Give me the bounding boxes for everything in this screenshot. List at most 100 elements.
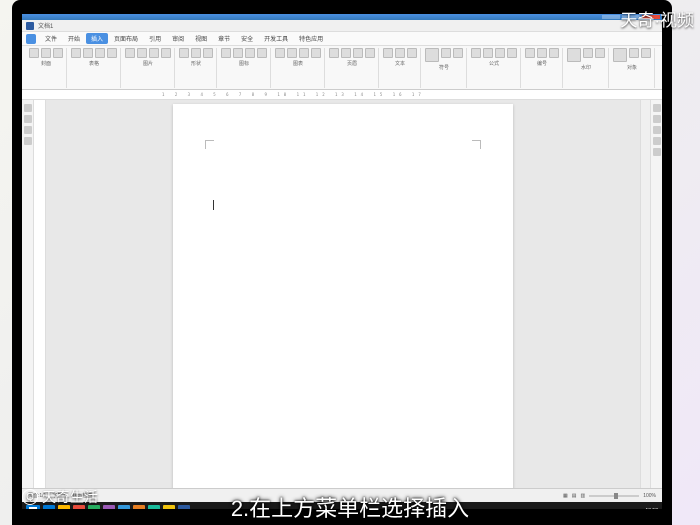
page-area[interactable] [46,100,640,488]
ribbon-command-icon[interactable] [245,48,255,58]
ribbon-command-icon[interactable] [125,48,135,58]
ribbon-command-icon[interactable] [311,48,321,58]
zoom-slider[interactable] [589,495,639,497]
ribbon-command-icon[interactable] [583,48,593,58]
panel-icon[interactable] [653,126,661,134]
ribbon-command-icon[interactable] [287,48,297,58]
document-page[interactable] [173,104,513,488]
ribbon-command-icon[interactable] [441,48,451,58]
panel-icon[interactable] [24,115,32,123]
menu-tab[interactable]: 视图 [190,33,212,44]
ribbon-command-icon[interactable] [107,48,117,58]
vertical-ruler[interactable] [34,100,46,488]
taskbar-app-icon[interactable] [133,505,145,510]
taskbar-app-icon[interactable] [163,505,175,510]
ribbon-command-icon[interactable] [537,48,547,58]
video-subtitle: 2.在上方菜单栏选择插入 [231,491,469,523]
tray-icon[interactable]: ▲ [638,508,643,510]
ribbon-command-icon[interactable] [233,48,243,58]
minimize-button[interactable] [602,15,620,19]
ribbon-command-icon[interactable] [179,48,189,58]
ribbon-command-icon[interactable] [203,48,213,58]
view-mode-icon[interactable]: ▦ [563,493,568,499]
ribbon-group-label: 对象 [627,64,637,71]
ribbon-command-icon[interactable] [341,48,351,58]
menu-tab[interactable]: 特色应用 [294,33,328,44]
ribbon-command-icon[interactable] [53,48,63,58]
ribbon-command-icon[interactable] [353,48,363,58]
menu-tab[interactable]: 开始 [63,33,85,44]
ribbon-group-label: 图表 [293,60,303,67]
ribbon-command-icon[interactable] [299,48,309,58]
workspace [22,100,662,488]
ribbon-command-icon[interactable] [95,48,105,58]
watermark-top-right: 天奇·视频 [620,6,694,31]
ribbon-command-icon[interactable] [191,48,201,58]
ribbon-command-icon[interactable] [83,48,93,58]
ribbon-command-icon[interactable] [149,48,159,58]
ribbon-command-icon[interactable] [549,48,559,58]
view-mode-icon[interactable]: ▥ [580,493,585,499]
taskbar-app-icon[interactable] [178,505,190,510]
ribbon-command-icon[interactable] [453,48,463,58]
ribbon-command-icon[interactable] [161,48,171,58]
ribbon-command-icon[interactable] [641,48,651,58]
ribbon-command-icon[interactable] [595,48,605,58]
ribbon-group: 水印 [564,48,609,88]
system-tray[interactable]: ▲ 13:58 [638,508,658,510]
panel-icon[interactable] [653,104,661,112]
ribbon-group: 图片 [122,48,175,88]
panel-icon[interactable] [653,137,661,145]
ribbon-command-icon[interactable] [495,48,505,58]
panel-icon[interactable] [24,126,32,134]
view-mode-icon[interactable]: ▤ [572,493,577,499]
panel-icon[interactable] [24,137,32,145]
ribbon-command-icon[interactable] [71,48,81,58]
panel-icon[interactable] [24,104,32,112]
menu-tab[interactable]: 页面布局 [109,33,143,44]
ribbon-command-icon[interactable] [507,48,517,58]
clock[interactable]: 13:58 [645,508,658,510]
ribbon-command-icon[interactable] [483,48,493,58]
ribbon-command-icon[interactable] [567,48,581,62]
ribbon-command-icon[interactable] [221,48,231,58]
vertical-scrollbar[interactable] [640,100,650,488]
panel-icon[interactable] [653,115,661,123]
menu-tab[interactable]: 安全 [236,33,258,44]
menu-tab[interactable]: 引用 [144,33,166,44]
ribbon-group: 对象 [610,48,655,88]
ribbon-command-icon[interactable] [613,48,627,62]
ribbon-command-icon[interactable] [275,48,285,58]
ribbon-group-label: 水印 [581,64,591,71]
ribbon-command-icon[interactable] [629,48,639,58]
menu-tab[interactable]: 文件 [40,33,62,44]
ribbon-command-icon[interactable] [425,48,439,62]
ribbon-group: 形状 [176,48,217,88]
ribbon-command-icon[interactable] [137,48,147,58]
ribbon-group: 页眉 [326,48,379,88]
menu-tab[interactable]: 插入 [86,33,108,44]
taskbar-app-icon[interactable] [118,505,130,510]
zoom-level[interactable]: 100% [643,493,656,499]
wps-logo-icon[interactable] [26,34,36,44]
ribbon-command-icon[interactable] [329,48,339,58]
ribbon-group-label: 图片 [143,60,153,67]
ribbon-command-icon[interactable] [383,48,393,58]
ribbon-command-icon[interactable] [395,48,405,58]
menu-tab[interactable]: 开发工具 [259,33,293,44]
ribbon-command-icon[interactable] [257,48,267,58]
ribbon-command-icon[interactable] [525,48,535,58]
horizontal-ruler[interactable]: 1 2 3 4 5 6 7 8 9 10 11 12 13 14 15 16 1… [22,90,662,100]
taskbar-app-icon[interactable] [103,505,115,510]
ribbon-command-icon[interactable] [41,48,51,58]
ribbon-command-icon[interactable] [471,48,481,58]
ribbon-command-icon[interactable] [29,48,39,58]
menu-tab[interactable]: 审阅 [167,33,189,44]
taskbar-app-icon[interactable] [148,505,160,510]
panel-icon[interactable] [653,148,661,156]
ribbon-group-label: 文本 [395,60,405,67]
ribbon-group-label: 图标 [239,60,249,67]
ribbon-command-icon[interactable] [407,48,417,58]
menu-tab[interactable]: 章节 [213,33,235,44]
ribbon-command-icon[interactable] [365,48,375,58]
